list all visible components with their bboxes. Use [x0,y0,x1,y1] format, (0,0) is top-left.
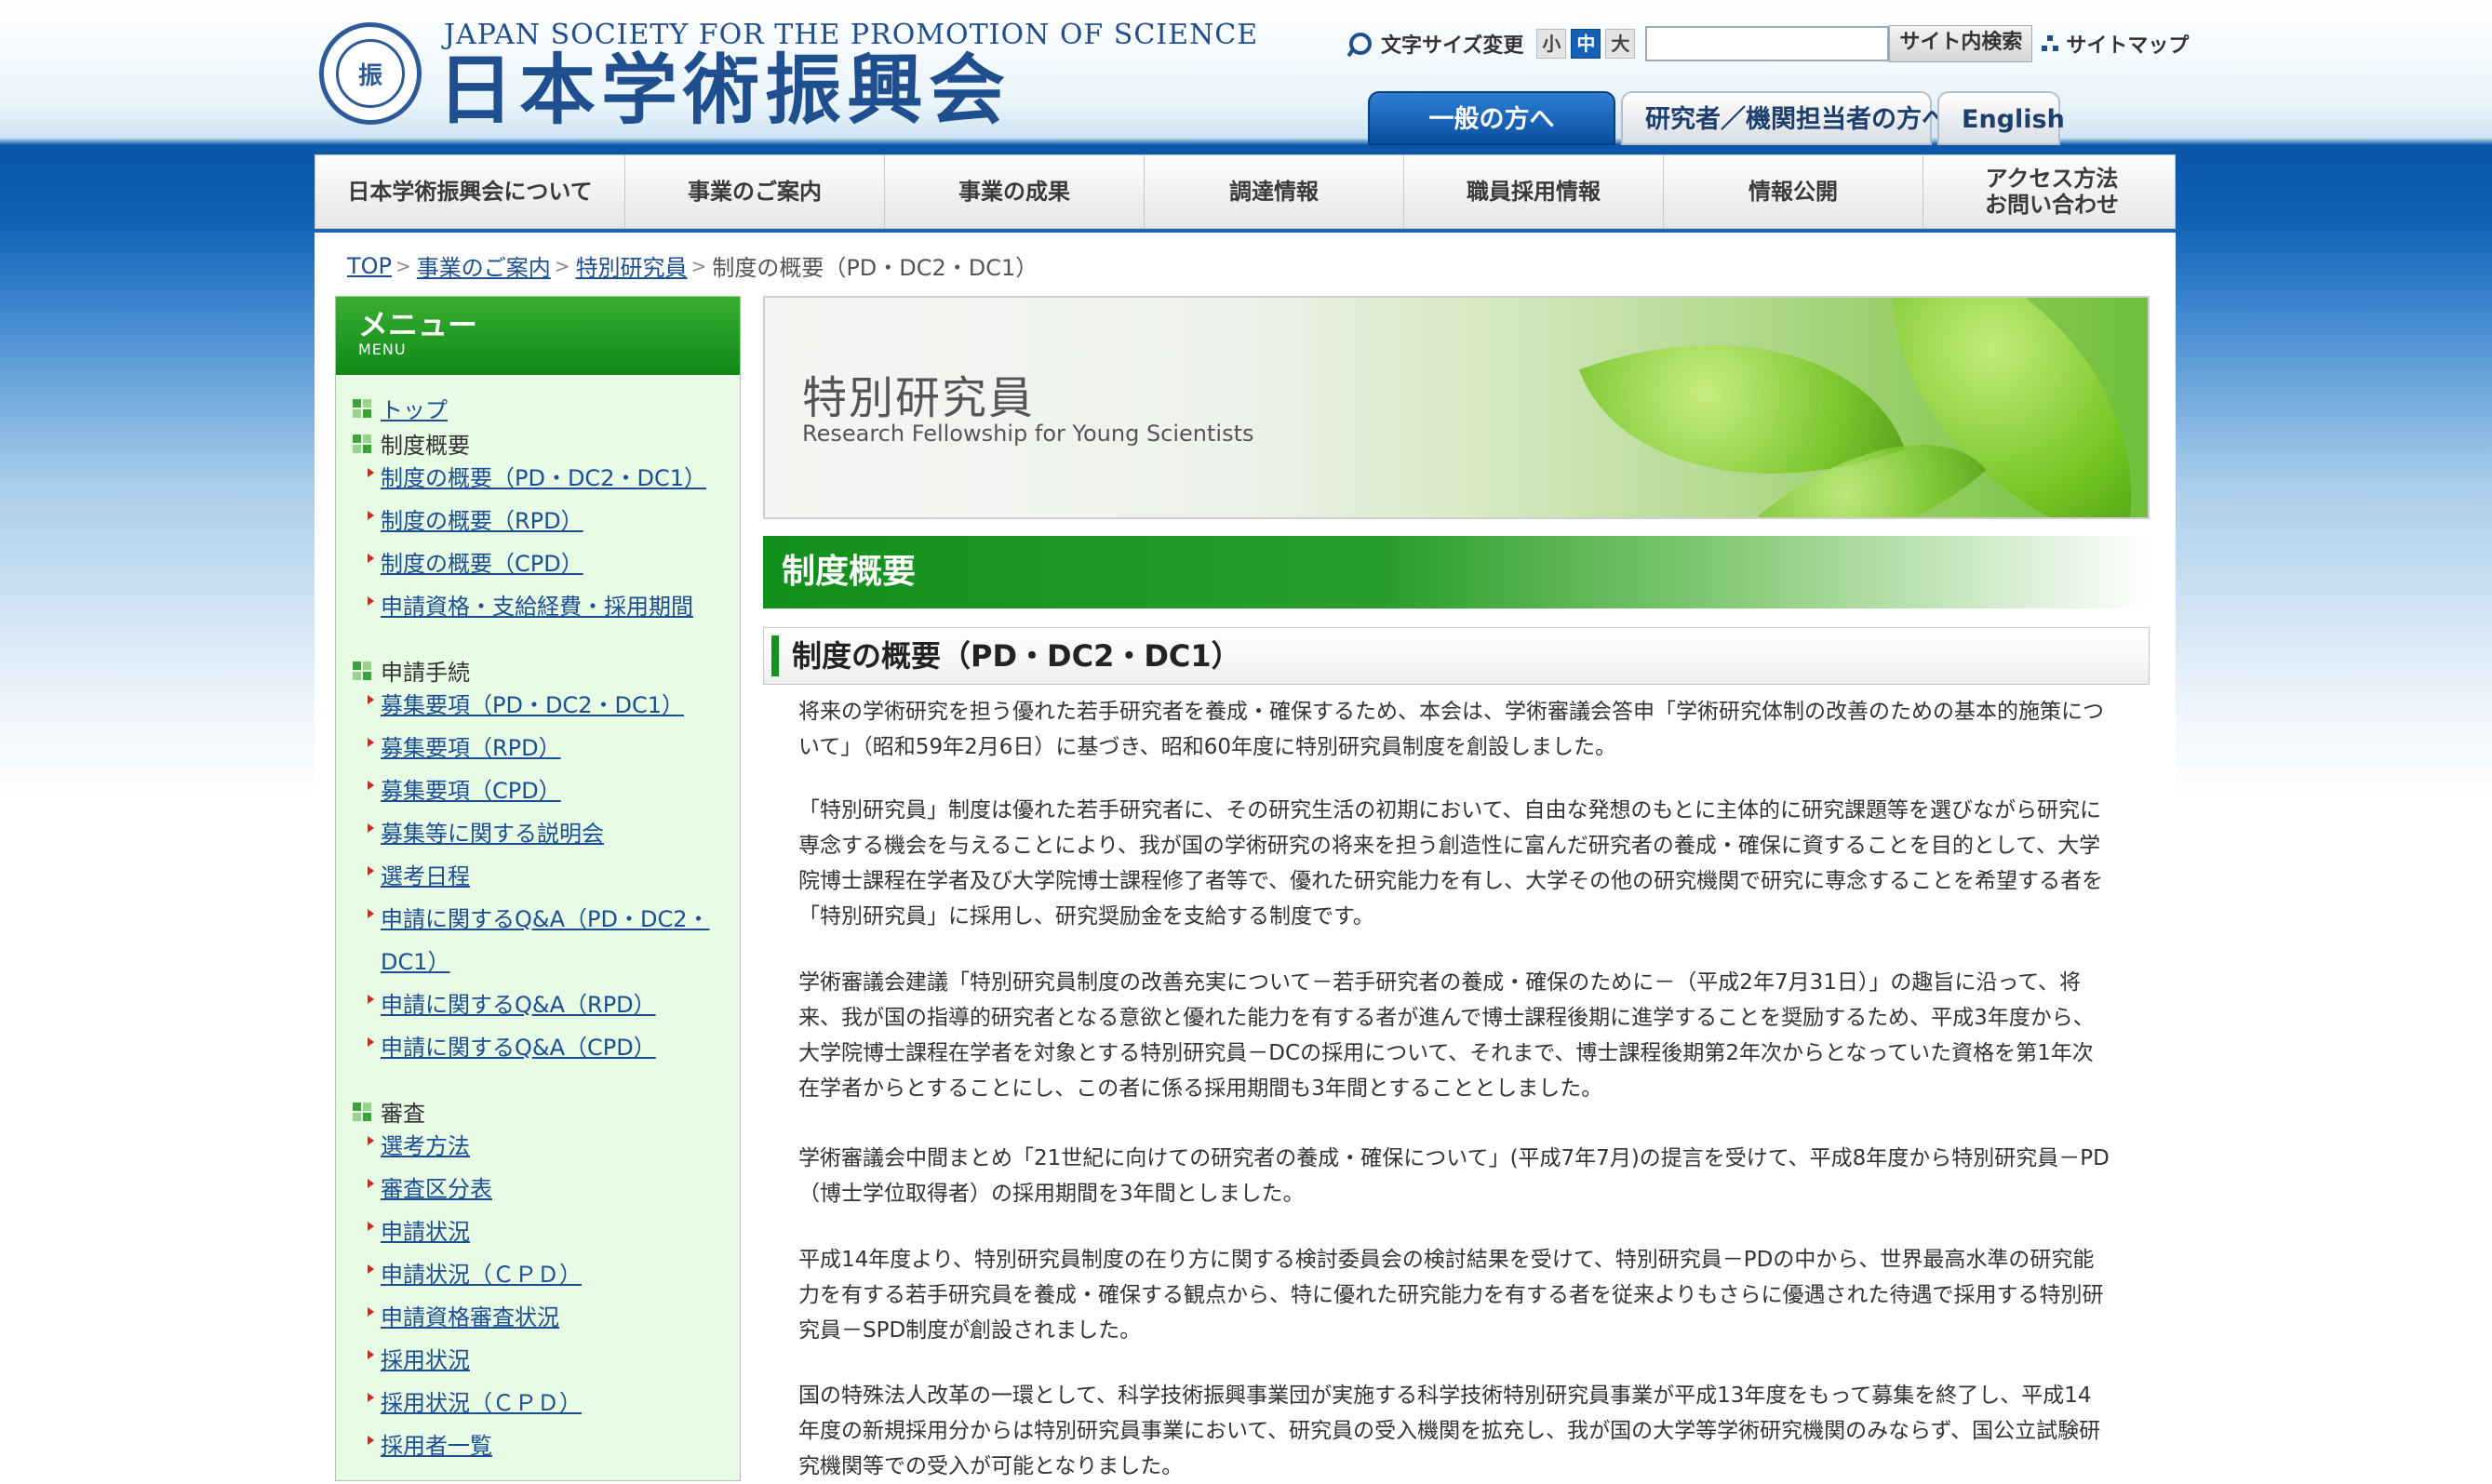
nav-programs[interactable]: 事業のご案内 [625,155,885,228]
font-size-label: 文字サイズ変更 [1381,34,1524,58]
sitemap-label: サイトマップ [2066,34,2190,58]
nav-disclosure[interactable]: 情報公開 [1664,155,1923,228]
sidebar-item-briefing[interactable]: 募集等に関する説明会 [368,812,604,855]
sidebar-item-eligibility[interactable]: 申請資格・支給経費・採用期間 [368,585,693,628]
breadcrumb-fellowship[interactable]: 特別研究員 [576,249,688,282]
body-paragraph: 平成14年度より、特別研究員制度の在り方に関する検討委員会の検討結果を受けて、特… [798,1248,2104,1343]
nav-recruitment[interactable]: 職員採用情報 [1404,155,1664,228]
chevron-right-icon: > [395,254,411,277]
sidebar-item-guidelines-rpd[interactable]: 募集要項（RPD） [368,727,561,769]
menu-title-en: MENU [358,341,407,358]
site-search-button[interactable]: サイト内検索 [1889,25,2033,62]
nav-contact-label: お問い合わせ [1985,192,2119,218]
nav-about[interactable]: 日本学術振興会について [315,155,625,228]
menu-title: メニュー [358,307,478,342]
nav-results[interactable]: 事業の成果 [885,155,1145,228]
sidebar-item-application-status-cpd[interactable]: 申請状況（ＣＰＤ） [368,1253,582,1296]
sidebar-item-application-status[interactable]: 申請状況 [368,1210,470,1253]
chevron-right-icon: > [554,254,570,277]
body-paragraph: 学術審議会中間まとめ「21世紀に向けての研究者の養成・確保について」(平成7年7… [798,1146,2110,1206]
sidebar-group-application: 申請手続 [353,654,470,687]
breadcrumb-top[interactable]: TOP [347,253,392,279]
breadcrumb-programs[interactable]: 事業のご案内 [417,249,551,282]
audience-tabs: 一般の方へ 研究者／機関担当者の方へ English [1368,89,2066,145]
sidebar-item-overview-cpd[interactable]: 制度の概要（CPD） [368,542,583,585]
seal-mark: 振 [336,39,405,108]
font-size-small-button[interactable]: 小 [1536,29,1567,59]
site-search-input[interactable] [1645,26,1890,61]
sidebar-item-qa-rpd[interactable]: 申請に関するQ&A（RPD） [368,983,656,1026]
font-size-large-button[interactable]: 大 [1605,29,1636,59]
section-heading: 制度概要 [763,536,2150,608]
sidebar-group-label: 申請手続 [381,660,470,686]
tab-english[interactable]: English [1937,91,2065,145]
sidebar-item-selection-method[interactable]: 選考方法 [368,1125,470,1168]
utility-bar: 文字サイズ変更 小 中 大 サイト内検索 サイトマップ [1349,24,2189,63]
chevron-right-icon: > [690,254,707,277]
sitemap-icon [2042,35,2059,52]
menu-header: メニュー MENU [336,297,740,377]
body-paragraph: 国の特殊法人改革の一環として、科学技術振興事業団が実施する科学技術特別研究員事業… [798,1384,2101,1478]
body-paragraph: 将来の学術研究を担う優れた若手研究者を養成・確保するため、本会は、学術審議会答申… [798,700,2104,759]
global-navigation: 日本学術振興会について 事業のご案内 事業の成果 調達情報 職員採用情報 情報公… [315,154,2176,229]
menu-square-icon [353,1102,371,1121]
sidebar-item-guidelines-pd[interactable]: 募集要項（PD・DC2・DC1） [368,684,684,727]
nav-procurement[interactable]: 調達情報 [1145,155,1404,228]
site-header: 振 JAPAN SOCIETY FOR THE PROMOTION OF SCI… [0,0,2492,149]
sidebar-item-adoption-status[interactable]: 採用状況 [368,1339,470,1382]
sidebar-item-adoptee-list[interactable]: 採用者一覧 [368,1424,492,1467]
font-size-medium-button[interactable]: 中 [1571,29,1601,59]
sidebar-item-guidelines-cpd[interactable]: 募集要項（CPD） [368,769,561,812]
tab-general-public[interactable]: 一般の方へ [1368,91,1615,145]
sidebar-item-qa-pd[interactable]: 申請に関するQ&A（PD・DC2・ [367,898,709,941]
sidebar-group-label: 審査 [381,1101,425,1127]
sidebar-item-eligibility-review[interactable]: 申請資格審査状況 [368,1296,559,1339]
body-paragraph: 「特別研究員」制度は優れた若手研究者に、その研究生活の初期において、自由な発想の… [798,798,2104,929]
nav-access-label: アクセス方法 [1985,166,2119,192]
hero-title: 特別研究員 [802,372,1036,424]
search-icon [1349,33,1372,55]
sidebar-item-top[interactable]: トップ [353,392,448,424]
sidebar-top-link[interactable]: トップ [381,392,448,424]
sidebar-item-overview-rpd[interactable]: 制度の概要（RPD） [368,500,583,542]
sidebar-item-qa-cpd[interactable]: 申請に関するQ&A（CPD） [368,1026,656,1069]
subsection-heading: 制度の概要（PD・DC2・DC1） [763,627,2150,685]
sidebar-item-review-categories[interactable]: 審査区分表 [368,1168,492,1210]
tab-researchers[interactable]: 研究者／機関担当者の方へ [1621,91,1947,145]
sidebar-group-review: 審査 [353,1095,425,1128]
sidebar-menu: メニュー MENU トップ 制度概要 制度の概要（PD・DC2・DC1） 制度の… [335,296,741,1481]
nav-access-contact[interactable]: アクセス方法 お問い合わせ [1923,155,2180,228]
menu-square-icon [353,434,371,453]
menu-square-icon [353,661,371,680]
sitemap-link[interactable]: サイトマップ [2042,29,2189,59]
sidebar-item-overview-pd[interactable]: 制度の概要（PD・DC2・DC1） [368,457,706,500]
menu-square-icon [353,398,371,418]
breadcrumb: TOP > 事業のご案内 > 特別研究員 > 制度の概要（PD・DC2・DC1） [347,249,1038,282]
sidebar-item-adoption-status-cpd[interactable]: 採用状況（ＣＰＤ） [368,1382,582,1424]
jsps-seal-logo[interactable]: 振 [319,22,422,125]
logo-japanese-name[interactable]: 日本学術振興会 [437,48,1011,132]
hero-subtitle: Research Fellowship for Young Scientists [802,421,1254,447]
sidebar-group-overview: 制度概要 [353,427,470,460]
breadcrumb-current: 制度の概要（PD・DC2・DC1） [712,255,1038,281]
sidebar-group-label: 制度概要 [381,433,470,459]
body-paragraph: 学術審議会建議「特別研究員制度の改善充実について－若手研究者の養成・確保のために… [798,970,2095,1101]
sidebar-item-schedule[interactable]: 選考日程 [368,855,470,898]
sidebar-item-qa-pd-cont[interactable]: DC1） [381,941,450,983]
